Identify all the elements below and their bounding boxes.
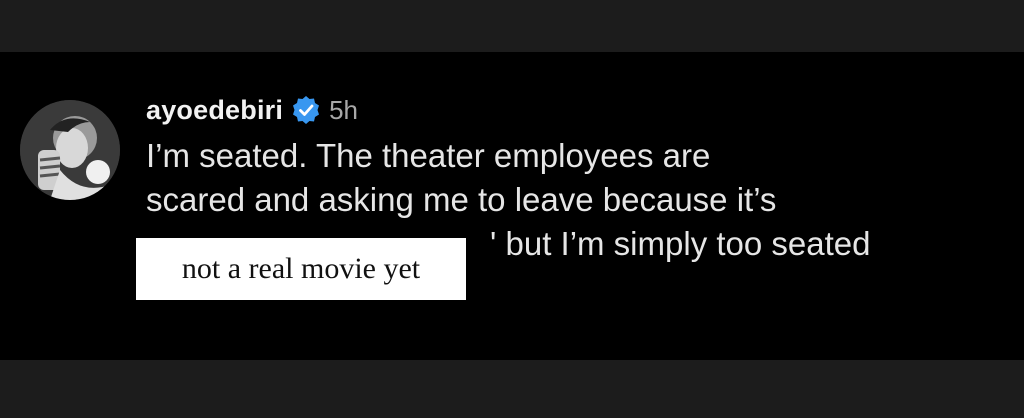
overlay-text: not a real movie yet	[181, 252, 421, 285]
timestamp: 5h	[329, 94, 358, 125]
avatar[interactable]	[20, 100, 120, 200]
redaction-overlay: not a real movie yet	[136, 238, 466, 300]
comment-line-1: I’m seated. The theater employees are	[146, 137, 711, 174]
comment-line-2: scared and asking me to leave because it…	[146, 181, 777, 218]
comment-meta: ayoedebiri 5h	[146, 90, 1006, 130]
avatar-photo	[20, 100, 120, 200]
comment-line-3-text: but I’m simply too seated	[505, 225, 871, 262]
quote-mark: '	[490, 225, 497, 262]
comment-panel: ayoedebiri 5h I’m seated. The theater em…	[0, 52, 1024, 360]
verified-badge-icon	[291, 95, 321, 125]
username[interactable]: ayoedebiri	[146, 95, 283, 126]
screenshot-frame: ayoedebiri 5h I’m seated. The theater em…	[0, 0, 1024, 418]
